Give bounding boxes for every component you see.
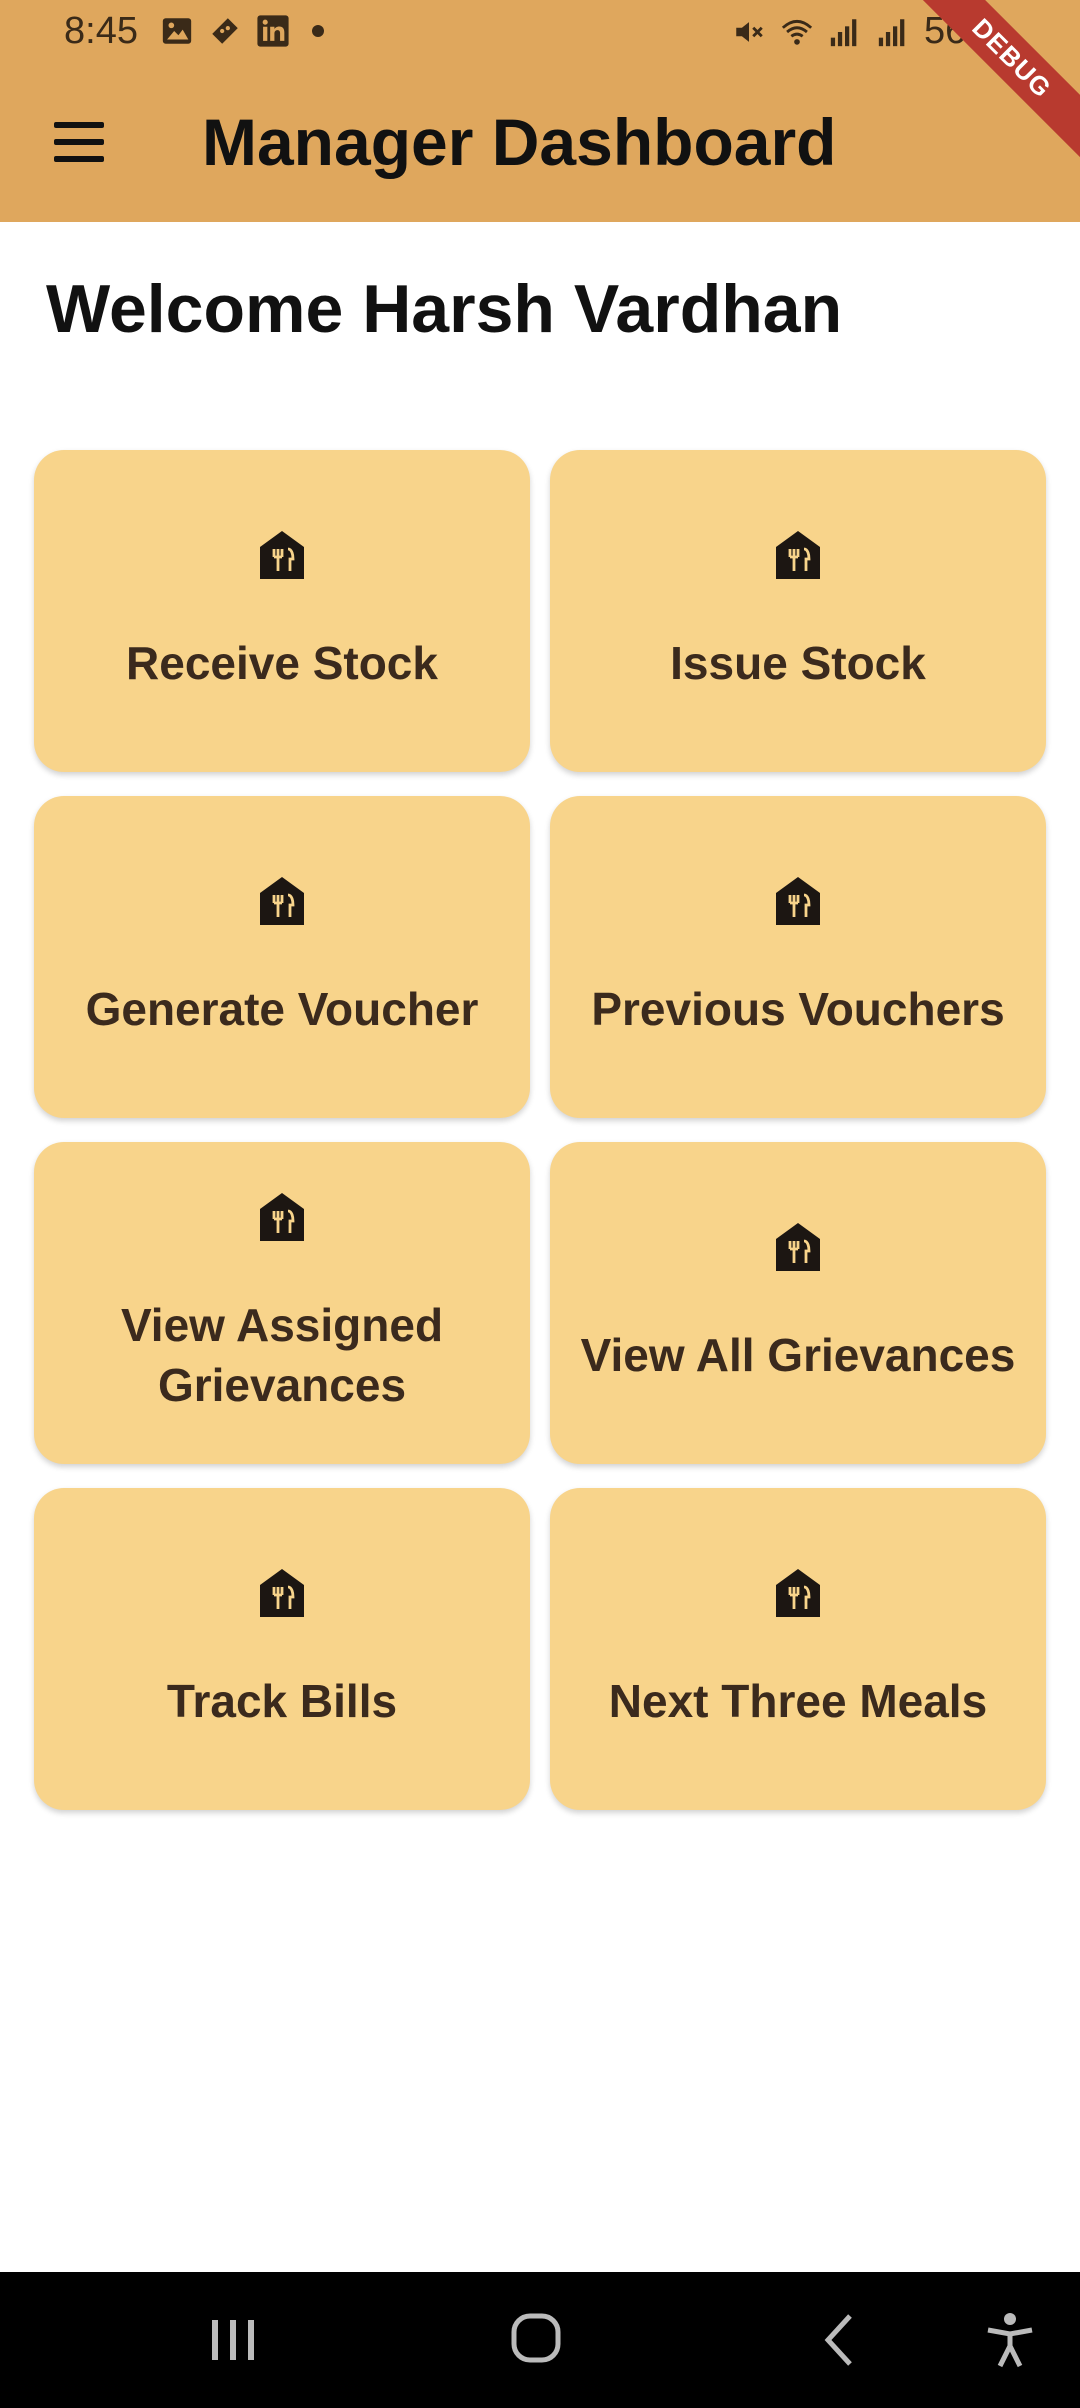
tile-view-all-grievances[interactable]: View All Grievances xyxy=(550,1142,1046,1464)
dashboard-grid: Receive Stock Issue Stock Generate Vouch… xyxy=(34,450,1046,1810)
status-time: 8:45 xyxy=(64,10,138,52)
linkedin-icon xyxy=(257,15,289,47)
tile-label: Next Three Meals xyxy=(608,1675,988,1727)
restaurant-house-icon xyxy=(260,1569,304,1617)
mute-icon xyxy=(736,21,763,42)
page-title: Manager Dashboard xyxy=(202,105,837,179)
recents-icon[interactable] xyxy=(204,2312,264,2368)
tile-label: View Assigned Grievances xyxy=(120,1299,444,1411)
tile-next-three-meals[interactable]: Next Three Meals xyxy=(550,1488,1046,1810)
welcome-text: Welcome Harsh Vardhan xyxy=(46,271,843,347)
restaurant-house-icon xyxy=(260,877,304,925)
restaurant-house-icon xyxy=(776,1569,820,1617)
system-nav-bar xyxy=(0,2272,1080,2408)
notification-dot xyxy=(312,25,324,37)
volte2-signal-icon xyxy=(878,18,905,46)
restaurant-house-icon xyxy=(260,1193,304,1241)
tile-view-assigned-grievances[interactable]: View Assigned Grievances xyxy=(34,1142,530,1464)
restaurant-house-icon xyxy=(776,531,820,579)
app-bar: Manager Dashboard xyxy=(0,64,1080,222)
volte1-signal-icon xyxy=(830,18,857,46)
image-icon xyxy=(162,18,192,44)
tile-label: Generate Voucher xyxy=(85,983,479,1035)
tile-receive-stock[interactable]: Receive Stock xyxy=(34,450,530,772)
tile-previous-vouchers[interactable]: Previous Vouchers xyxy=(550,796,1046,1118)
tile-track-bills[interactable]: Track Bills xyxy=(34,1488,530,1810)
tile-label: Issue Stock xyxy=(670,637,926,689)
hamburger-menu-icon[interactable] xyxy=(44,112,114,172)
back-icon[interactable] xyxy=(810,2312,870,2368)
accessibility-icon[interactable] xyxy=(980,2312,1040,2368)
tile-generate-voucher[interactable]: Generate Voucher xyxy=(34,796,530,1118)
restaurant-house-icon xyxy=(260,531,304,579)
tile-label: View All Grievances xyxy=(580,1329,1016,1381)
restaurant-house-icon xyxy=(776,1223,820,1271)
wifi-icon xyxy=(781,19,813,45)
restaurant-house-icon xyxy=(776,877,820,925)
home-icon[interactable] xyxy=(506,2312,566,2368)
ticket-icon xyxy=(212,18,238,44)
tile-label: Track Bills xyxy=(166,1675,398,1727)
tile-label: Previous Vouchers xyxy=(591,983,1005,1035)
status-left-icons xyxy=(160,14,324,48)
tile-label: Receive Stock xyxy=(126,637,438,689)
tile-issue-stock[interactable]: Issue Stock xyxy=(550,450,1046,772)
status-bar: 8:45 xyxy=(0,0,1080,64)
